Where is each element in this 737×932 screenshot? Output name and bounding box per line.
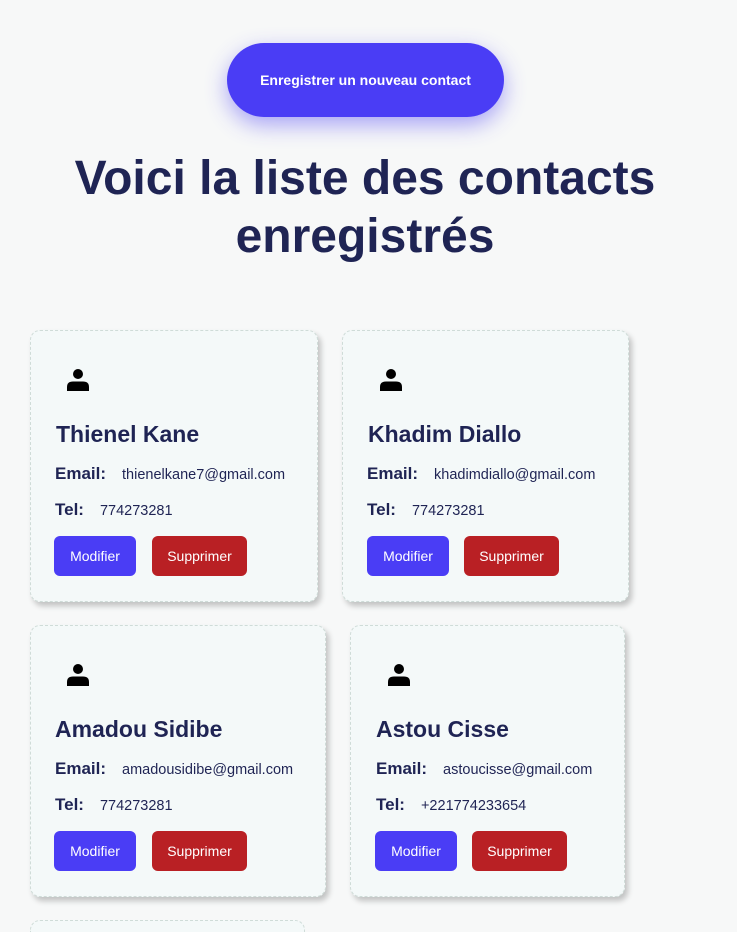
person-icon [379,367,403,391]
email-value: amadousidibe@gmail.com [122,762,294,778]
contact-card: Khadim Diallo Email: khadimdiallo@gmail.… [342,330,629,602]
email-row: Email: thienelkane7@gmail.com [55,464,285,484]
delete-button[interactable]: Supprimer [464,536,559,576]
delete-button[interactable]: Supprimer [152,831,247,871]
contact-card: Astou Cisse Email: astoucisse@gmail.com … [350,625,625,897]
person-icon [387,662,411,686]
edit-button[interactable]: Modifier [54,831,136,871]
tel-label: Tel: [55,500,84,519]
tel-value: 774273281 [411,503,485,519]
edit-button[interactable]: Modifier [375,831,457,871]
contact-name: Astou Cisse [376,716,509,742]
email-row: Email: khadimdiallo@gmail.com [367,464,595,484]
email-value: astoucisse@gmail.com [443,762,593,778]
tel-label: Tel: [55,795,84,814]
register-new-contact-button[interactable]: Enregistrer un nouveau contact [227,43,504,117]
tel-row: Tel: 774273281 [367,500,485,520]
contact-name: Thienel Kane [56,421,200,447]
tel-row: Tel: +221774233654 [376,795,526,815]
contact-card: Thienel Kane Email: thienelkane7@gmail.c… [30,330,318,602]
email-value: thienelkane7@gmail.com [122,467,286,483]
email-value: khadimdiallo@gmail.com [434,467,596,483]
person-icon [66,662,90,686]
edit-button[interactable]: Modifier [367,536,449,576]
person-icon [66,367,90,391]
email-label: Email: [55,759,107,778]
email-label: Email: [376,759,428,778]
tel-value: 774273281 [99,503,173,519]
delete-button[interactable]: Supprimer [152,536,247,576]
page-title: Voici la liste des contacts enregistrés [74,152,656,263]
tel-row: Tel: 774273281 [55,795,173,815]
tel-row: Tel: 774273281 [55,500,173,520]
tel-label: Tel: [367,500,396,519]
email-row: Email: amadousidibe@gmail.com [55,759,293,779]
email-label: Email: [367,464,419,483]
delete-button[interactable]: Supprimer [472,831,567,871]
contact-card: Amadou Sidibe Email: amadousidibe@gmail.… [30,625,326,897]
tel-label: Tel: [376,795,405,814]
email-label: Email: [55,464,107,483]
contact-name: Amadou Sidibe [55,716,223,742]
contact-card [30,920,305,932]
edit-button[interactable]: Modifier [54,536,136,576]
tel-value: 774273281 [99,798,173,814]
tel-value: +221774233654 [420,798,527,814]
contact-name: Khadim Diallo [368,421,522,447]
email-row: Email: astoucisse@gmail.com [376,759,592,779]
